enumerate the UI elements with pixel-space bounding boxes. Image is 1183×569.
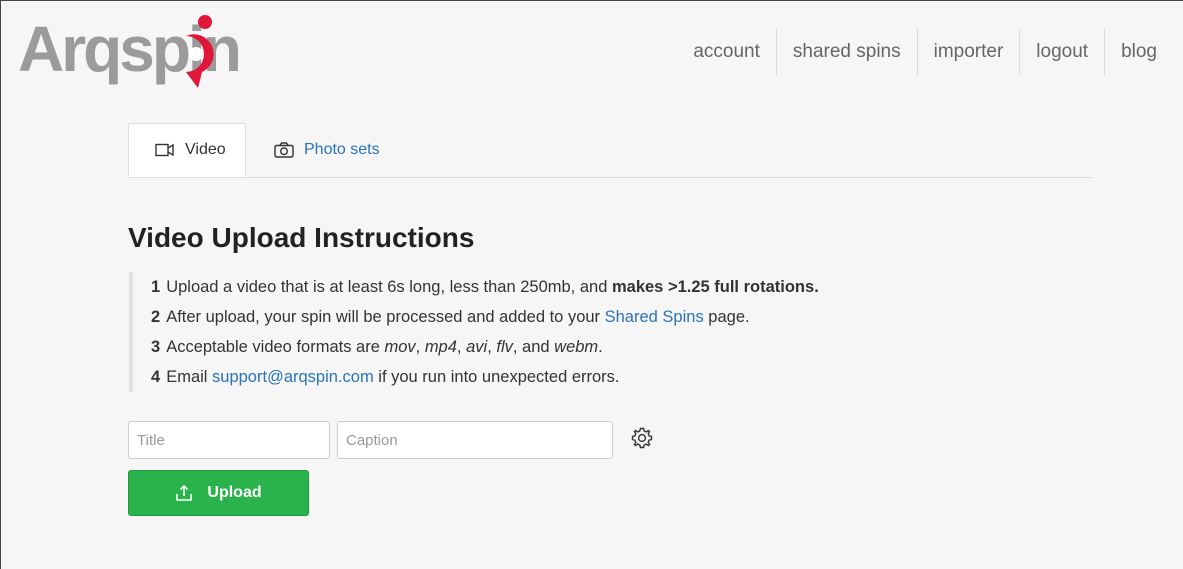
upload-icon xyxy=(175,484,193,502)
format-mp4: mp4 xyxy=(424,338,457,356)
separator: , xyxy=(456,338,467,356)
top-nav: account shared spins importer logout blo… xyxy=(677,28,1173,76)
list-item: 4 Email support@arqspin.com if you run in… xyxy=(151,362,819,392)
format-mov: mov xyxy=(384,338,416,356)
item-number: 4 xyxy=(151,368,161,386)
item-number: 1 xyxy=(151,278,161,296)
item-text: Upload a video that is at least 6s long,… xyxy=(166,278,612,296)
support-email-link[interactable]: support@arqspin.com xyxy=(212,368,374,386)
nav-account[interactable]: account xyxy=(677,28,776,76)
list-item: 2 After upload, your spin will be process… xyxy=(151,302,819,332)
nav-importer[interactable]: importer xyxy=(916,28,1020,76)
item-text: . xyxy=(598,338,603,356)
logo-pin-icon xyxy=(186,15,214,88)
item-number: 2 xyxy=(151,308,161,326)
title-input[interactable] xyxy=(128,421,330,459)
nav-logout[interactable]: logout xyxy=(1019,28,1104,76)
shared-spins-link[interactable]: Shared Spins xyxy=(605,308,704,326)
item-text: After upload, your spin will be processe… xyxy=(166,308,605,326)
list-item: 1 Upload a video that is at least 6s long… xyxy=(151,272,819,302)
camera-icon xyxy=(274,142,294,158)
nav-blog[interactable]: blog xyxy=(1104,28,1173,76)
video-camera-icon xyxy=(155,143,175,157)
instructions-list: 1 Upload a video that is at least 6s long… xyxy=(129,272,819,392)
upload-tabs: Video Photo sets xyxy=(128,123,1092,178)
item-text: if you run into unexpected errors. xyxy=(373,368,620,386)
arqspin-logo[interactable]: Arqspin xyxy=(18,14,258,94)
format-webm: webm xyxy=(554,338,599,356)
item-text: Email xyxy=(166,368,213,386)
item-bold-text: makes >1.25 full rotations. xyxy=(611,278,819,296)
nav-shared-spins[interactable]: shared spins xyxy=(775,28,917,76)
list-item: 3 Acceptable video formats are mov, mp4 , … xyxy=(151,332,819,362)
item-text: page. xyxy=(703,308,750,326)
separator: , xyxy=(487,338,497,356)
item-number: 3 xyxy=(151,338,161,356)
separator: , xyxy=(415,338,425,356)
tab-video[interactable]: Video xyxy=(128,123,246,177)
gear-icon[interactable] xyxy=(630,426,654,455)
tab-video-label: Video xyxy=(185,141,226,158)
upload-button-label: Upload xyxy=(207,484,262,501)
page-title: Video Upload Instructions xyxy=(128,222,475,253)
caption-input[interactable] xyxy=(337,421,613,459)
separator: , and xyxy=(512,338,555,356)
upload-button[interactable]: Upload xyxy=(128,470,309,516)
tab-photo-sets-label: Photo sets xyxy=(304,141,380,158)
format-avi: avi xyxy=(466,338,488,356)
item-text: Acceptable video formats are xyxy=(166,338,385,356)
format-flv: flv xyxy=(496,338,513,356)
tab-photo-sets[interactable]: Photo sets xyxy=(274,123,380,177)
